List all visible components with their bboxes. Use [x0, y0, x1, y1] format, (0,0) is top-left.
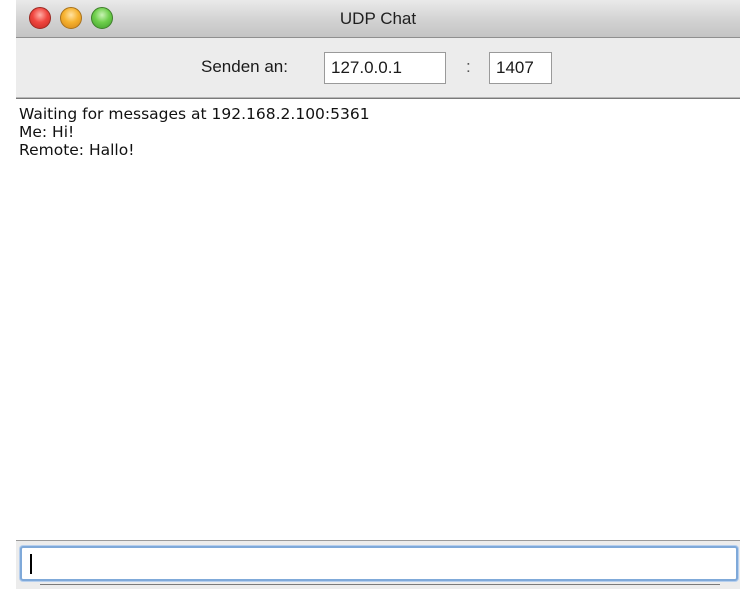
send-to-label: Senden an:: [201, 57, 288, 76]
log-line: Waiting for messages at 192.168.2.100:53…: [19, 105, 370, 123]
window-title: UDP Chat: [339, 9, 417, 28]
title-bar[interactable]: UDP Chat: [16, 0, 740, 38]
log-line: Remote: Hallo!: [19, 141, 135, 159]
message-input-bar: [16, 541, 740, 589]
log-line: Me: Hi!: [19, 123, 75, 141]
send-to-bar: Senden an: 127.0.0.1 : 1407: [16, 38, 740, 98]
port-field[interactable]: 1407: [489, 52, 552, 84]
message-input[interactable]: [20, 546, 738, 581]
ip-address-field[interactable]: 127.0.0.1: [324, 52, 446, 84]
port-separator: :: [466, 57, 471, 76]
message-log[interactable]: Waiting for messages at 192.168.2.100:53…: [16, 98, 740, 541]
text-caret: [30, 554, 32, 574]
udp-chat-window: UDP Chat Senden an: 127.0.0.1 : 1407 Wai…: [16, 0, 740, 589]
input-underline: [40, 584, 720, 585]
